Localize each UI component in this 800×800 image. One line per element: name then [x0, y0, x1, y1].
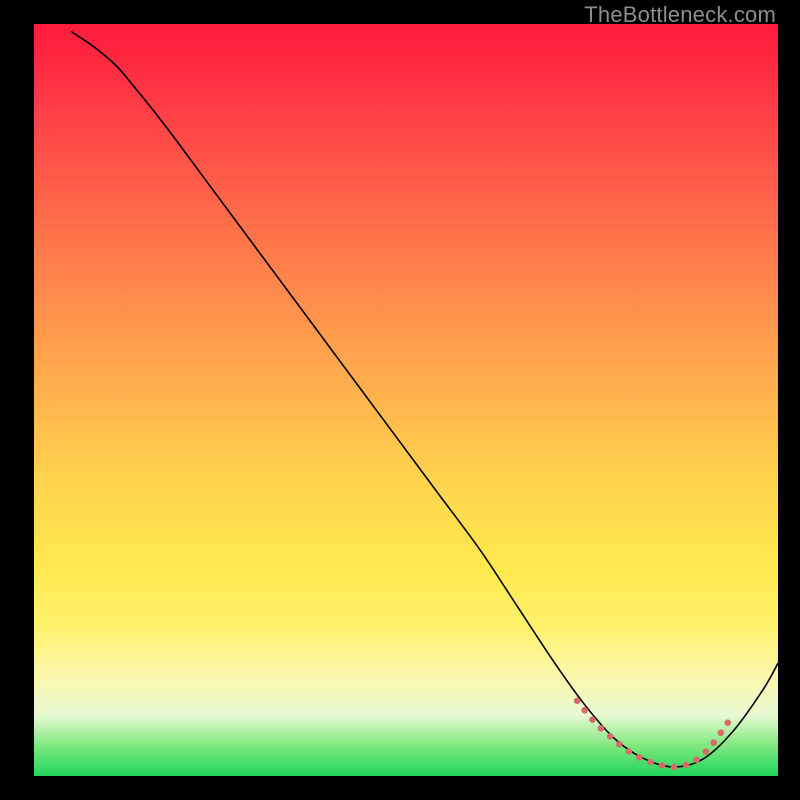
- plot-area: [34, 24, 778, 776]
- series-optimal-band: [577, 701, 733, 767]
- series-bottleneck-curve: [71, 32, 778, 767]
- chart-frame: TheBottleneck.com: [0, 0, 800, 800]
- chart-svg: [34, 24, 778, 776]
